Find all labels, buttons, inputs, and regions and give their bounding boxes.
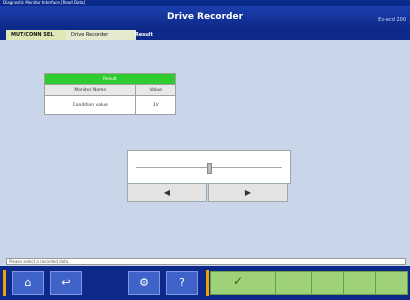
- cell-value: 1V: [135, 95, 176, 115]
- check-icon: ✓: [233, 274, 244, 288]
- app-header: Drive Recorder Ev-ecd 200: [0, 6, 410, 28]
- tab-mut-conn-sel[interactable]: MUT/CONN SEL: [6, 30, 72, 40]
- triangle-right-icon: ▶: [244, 188, 252, 197]
- header-right-label: Ev-ecd 200: [378, 17, 406, 23]
- table-row[interactable]: Condition value 1V: [43, 95, 176, 115]
- column-header-monitor-name: Monitor Name: [43, 84, 137, 96]
- result-table: Result Monitor Name Value Condition valu…: [43, 73, 176, 115]
- home-icon: ⌂: [24, 276, 32, 289]
- tab-drive-recorder[interactable]: Drive Recorder: [66, 30, 136, 40]
- timeline-slider[interactable]: [127, 150, 291, 184]
- page-title: Drive Recorder: [166, 12, 244, 22]
- footer-left-accent: [3, 270, 6, 296]
- home-button[interactable]: ⌂: [12, 271, 44, 295]
- ok-segment-divider: [311, 272, 312, 294]
- breadcrumb-tabs: MUT/CONN SEL Drive Recorder Result: [0, 28, 410, 40]
- ok-button[interactable]: ✓: [210, 271, 408, 295]
- gear-icon: ⚙: [139, 276, 149, 289]
- column-header-value: Value: [135, 84, 176, 96]
- next-button[interactable]: ▶: [208, 183, 288, 202]
- cell-monitor-name: Condition value: [43, 95, 137, 115]
- ok-segment-divider: [343, 272, 344, 294]
- status-bar: Please select a recorded data: [6, 258, 406, 265]
- help-icon: ?: [179, 276, 185, 289]
- previous-button[interactable]: ◀: [127, 183, 207, 202]
- ok-segment-divider: [275, 272, 276, 294]
- tab-result[interactable]: Result: [130, 30, 170, 40]
- footer-divider: [206, 270, 209, 296]
- back-button[interactable]: ↩: [50, 271, 82, 295]
- help-button[interactable]: ?: [166, 271, 198, 295]
- slider-thumb[interactable]: [207, 163, 212, 174]
- triangle-left-icon: ◀: [163, 188, 171, 197]
- print-button[interactable]: ⚙: [128, 271, 160, 295]
- back-arrow-icon: ↩: [61, 276, 71, 289]
- footer-toolbar: ⌂ ↩ ⚙ ? ✓: [0, 266, 410, 300]
- ok-segment-divider: [375, 272, 376, 294]
- result-table-header: Result: [44, 73, 176, 85]
